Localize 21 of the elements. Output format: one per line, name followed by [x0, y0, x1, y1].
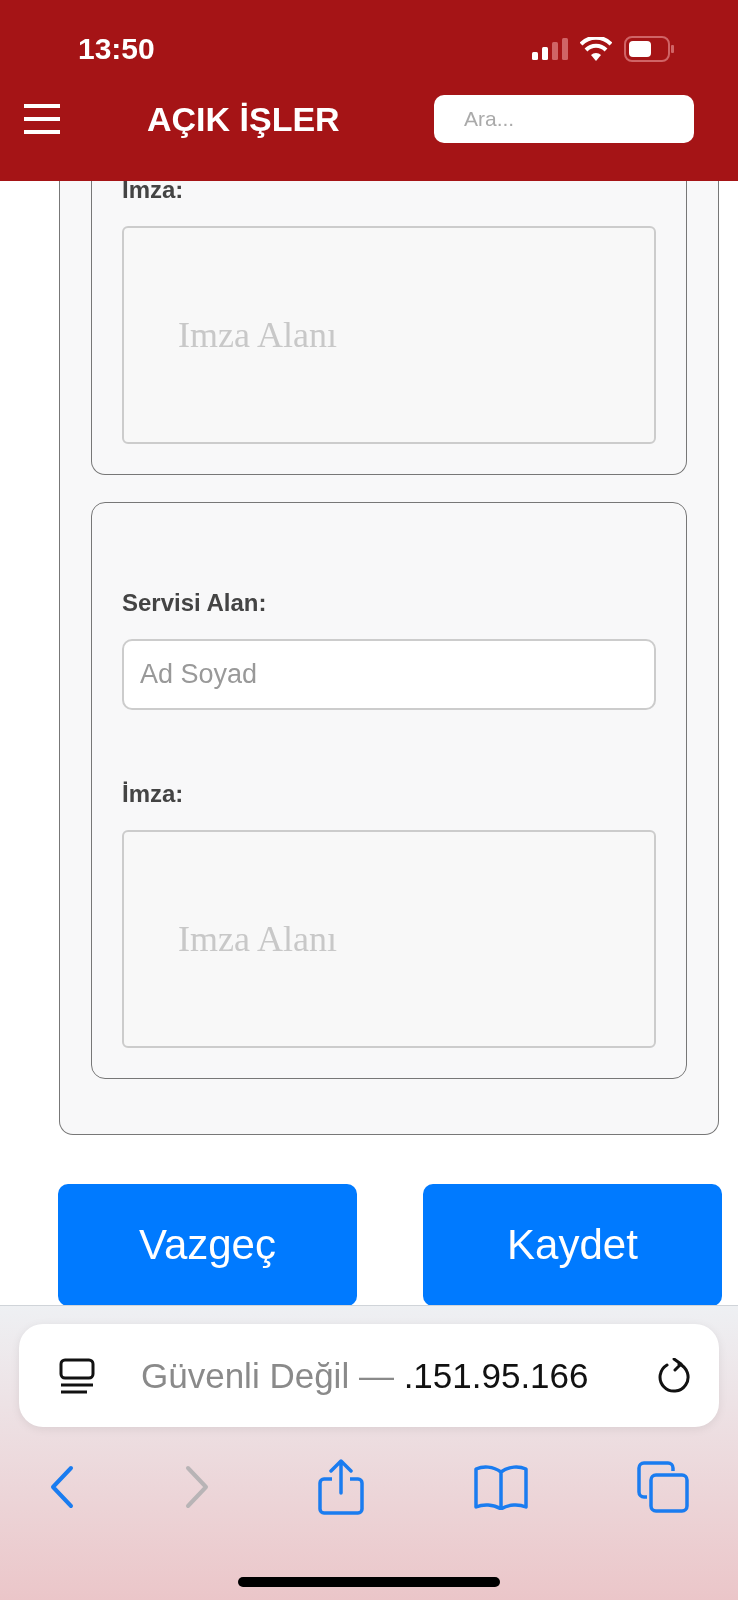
address-bar[interactable]: Güvenli Değil — .151.95.166 — [19, 1324, 719, 1427]
signal-icon — [532, 38, 568, 60]
page-title: AÇIK İŞLER — [147, 99, 341, 139]
wifi-icon — [580, 37, 612, 61]
action-button[interactable]: Vazgeç — [58, 1184, 357, 1305]
reader-icon[interactable] — [59, 1357, 95, 1394]
share-icon[interactable] — [318, 1459, 364, 1515]
battery-icon — [624, 36, 674, 62]
name-input-field[interactable]: Ad Soyad — [122, 639, 656, 710]
field-label: İmza: — [122, 780, 185, 808]
action-button[interactable]: Kaydet — [423, 1184, 722, 1305]
url-text: Güvenli Değil — .151.95.166 — [141, 1355, 590, 1396]
menu-icon[interactable] — [24, 104, 60, 134]
field-label: Servisi Alan: — [122, 589, 268, 617]
reload-icon[interactable] — [657, 1357, 691, 1394]
search-field[interactable]: Ara... — [434, 95, 694, 143]
clock-time: 13:50 — [78, 32, 155, 66]
tabs-icon[interactable] — [637, 1461, 689, 1513]
book-icon[interactable] — [472, 1464, 529, 1510]
field-label: Imza: — [122, 181, 185, 204]
back-icon[interactable] — [49, 1465, 75, 1509]
